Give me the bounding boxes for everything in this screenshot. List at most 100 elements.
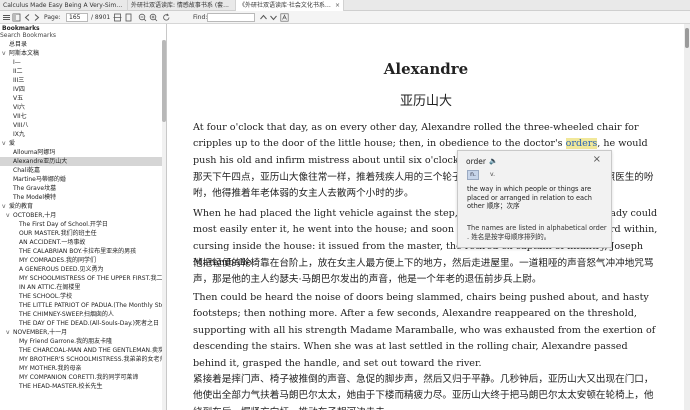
highlighted-word[interactable]: orders [565, 138, 598, 150]
bookmark-item[interactable]: Chali乾嘉 [0, 166, 162, 175]
bookmark-item[interactable]: THE CHIMNEY-SWEEP.扫烟囱的人 [0, 310, 162, 319]
bookmark-label: 阿斯本文稿 [9, 50, 40, 57]
bookmark-item[interactable]: 总目录 [0, 40, 162, 49]
bookmark-label: THE HEAD-MASTER.校长先生 [19, 383, 103, 390]
bookmark-item[interactable]: v NOVEMBER,十一月 [0, 328, 162, 337]
bookmark-item[interactable]: II二 [0, 67, 162, 76]
bookmark-item[interactable]: IX九 [0, 130, 162, 139]
bookmark-item[interactable]: The First Day of School.开学日 [0, 220, 162, 229]
paragraph-zh-3: 紧接着是摔门声、椅子被推倒的声音、急促的脚步声，然后又归于平静。几秒钟后，亚历山… [193, 374, 654, 410]
tab-social-culture[interactable]: 《外研社双语读库·社会文化书系》 (... × [236, 0, 344, 11]
bookmark-label: MY COMPANION CORETTI.我的同学可莱谛 [19, 374, 139, 381]
prev-page-icon[interactable] [23, 13, 32, 22]
sidebar-scrollbar[interactable] [162, 40, 166, 410]
zoom-in-icon[interactable] [149, 13, 158, 22]
bookmark-item[interactable]: My Friend Garrone.我的朋友卡隆 [0, 337, 162, 346]
bookmarks-toggle-icon[interactable] [12, 13, 21, 22]
close-icon[interactable]: × [593, 154, 601, 165]
bookmark-label: 总目录 [9, 41, 28, 48]
bookmark-item[interactable]: THE CHARCOAL-MAN AND THE GENTLEMAN.卖炭人 [0, 346, 162, 355]
fit-width-icon[interactable] [113, 13, 122, 22]
find-prev-icon[interactable] [259, 13, 268, 22]
bookmark-item[interactable]: THE HEAD-MASTER.校长先生 [0, 382, 162, 391]
bookmark-item[interactable]: IV四 [0, 85, 162, 94]
bookmark-item[interactable]: MY COMRADES.我的同学们 [0, 256, 162, 265]
bookmark-label: THE CHIMNEY-SWEEP.扫烟囱的人 [19, 311, 114, 318]
match-case-icon[interactable] [280, 13, 289, 22]
bookmark-item[interactable]: MY COMPANION CORETTI.我的同学可莱谛 [0, 373, 162, 382]
bookmark-item[interactable]: THE DAY OF THE DEAD.(All-Souls-Day.)死者之日… [0, 319, 162, 328]
bookmark-label: III三 [13, 77, 25, 84]
bookmark-item[interactable]: Martine马蒂娜的婚 [0, 175, 162, 184]
bookmark-item[interactable]: v爱 [0, 139, 162, 148]
speaker-icon[interactable]: 🔈 [489, 157, 498, 165]
bookmark-item[interactable]: III三 [0, 76, 162, 85]
bookmark-item[interactable]: OUR MASTER.我们的班主任 [0, 229, 162, 238]
bookmark-label: The Grave坟墓 [13, 185, 57, 192]
paragraph-en-3: Then could be heard the noise of doors b… [193, 292, 656, 369]
bookmark-label: THE LITTLE PATRIOT OF PADUA.(The Monthly… [19, 302, 162, 309]
bookmark-item[interactable]: The Grave坟墓 [0, 184, 162, 193]
document-scrollbar[interactable] [684, 24, 690, 410]
find-label: Find: [193, 14, 208, 21]
bookmark-item[interactable]: THE LITTLE PATRIOT OF PADUA.(The Monthly… [0, 301, 162, 310]
find-next-icon[interactable] [269, 13, 278, 22]
tab-calculus[interactable]: Calculus Made Easy Being A Very-Simp... [0, 0, 128, 11]
bookmark-item[interactable]: V五 [0, 94, 162, 103]
document-scrollbar-thumb[interactable] [685, 28, 689, 48]
bookmark-item[interactable]: I— [0, 58, 162, 67]
bookmark-item[interactable]: Alexandre亚历山大 [0, 157, 162, 166]
bookmark-label: 爱的教育 [9, 203, 34, 210]
close-icon[interactable]: × [335, 0, 340, 11]
tab-bar: Calculus Made Easy Being A Very-Simp... … [0, 0, 690, 11]
bookmark-item[interactable]: VI六 [0, 103, 162, 112]
chapter-subtitle: 亚历山大 [399, 94, 452, 109]
bookmark-label: V五 [13, 95, 24, 102]
bookmark-item[interactable]: MY SCHOOLMISTRESS OF THE UPPER FIRST.我二年… [0, 274, 162, 283]
expand-chevron-icon[interactable]: v [6, 211, 13, 220]
bookmark-label: Chali乾嘉 [13, 167, 41, 174]
bookmark-item[interactable]: Allouma阿娜玛 [0, 148, 162, 157]
bookmark-label: THE DAY OF THE DEAD.(All-Souls-Day.)死者之日… [19, 320, 162, 327]
tab-emotional-stories[interactable]: 外研社双语读库: 情感故事书系 (套... [128, 0, 236, 11]
bookmark-item[interactable]: v 阿斯本文稿 [0, 49, 162, 58]
page-number-input[interactable]: 165 [66, 13, 88, 22]
fit-page-icon[interactable] [124, 13, 133, 22]
bookmark-label: 爱 [9, 140, 16, 147]
pos-tab-noun[interactable]: n. [467, 170, 479, 180]
bookmark-item[interactable]: THE SCHOOL.学校 [0, 292, 162, 301]
bookmark-label: MY BROTHER'S SCHOOLMISTRESS.我弟弟的女老师 [19, 356, 162, 363]
bookmark-item[interactable]: MY BROTHER'S SCHOOLMISTRESS.我弟弟的女老师 [0, 355, 162, 364]
dictionary-word: order [466, 157, 486, 166]
bookmark-item[interactable]: v OCTOBER,十月 [0, 211, 162, 220]
rotate-icon[interactable] [162, 13, 171, 22]
dictionary-example: The names are listed in alphabetical ord… [467, 224, 607, 241]
sidebar-scrollbar-thumb[interactable] [162, 40, 166, 122]
bookmark-item[interactable]: MY MOTHER.我的母亲 [0, 364, 162, 373]
bookmark-item[interactable]: IN AN ATTIC.在阁楼里 [0, 283, 162, 292]
bookmarks-search-input[interactable]: Search Bookmarks [0, 32, 56, 39]
find-input[interactable] [207, 13, 255, 22]
bookmark-item[interactable]: VIII八 [0, 121, 162, 130]
bookmark-label: II二 [13, 68, 23, 75]
bookmark-item[interactable]: VII七 [0, 112, 162, 121]
bookmark-label: MY SCHOOLMISTRESS OF THE UPPER FIRST.我二年… [19, 275, 162, 282]
bookmark-item[interactable]: A GENEROUS DEED.见义勇为 [0, 265, 162, 274]
expand-chevron-icon[interactable]: v [6, 328, 13, 337]
menu-icon[interactable] [2, 13, 11, 22]
expand-chevron-icon[interactable]: v [2, 202, 9, 211]
bookmark-item[interactable]: AN ACCIDENT.一场事故 [0, 238, 162, 247]
bookmark-list: 总目录 v 阿斯本文稿 I— II二 III三 IV四 V五 VI六 VII七 VIII八 IX九 v 爱… [0, 40, 162, 410]
bookmark-item[interactable]: THE CALABRIAN BOY.卡拉布里亚来的男孩 [0, 247, 162, 256]
bookmark-label: THE CALABRIAN BOY.卡拉布里亚来的男孩 [19, 248, 137, 255]
bookmark-label: THE CHARCOAL-MAN AND THE GENTLEMAN.卖炭人 [19, 347, 162, 354]
expand-chevron-icon[interactable]: v [2, 139, 9, 148]
zoom-out-icon[interactable] [138, 13, 147, 22]
bookmark-item[interactable]: The Model模特 [0, 193, 162, 202]
expand-chevron-icon[interactable]: v [2, 49, 9, 58]
bookmark-label: Martine马蒂娜的婚 [13, 176, 66, 183]
pos-tab-verb[interactable]: v. [490, 171, 495, 178]
sidebar-title: Bookmarks [2, 25, 40, 32]
next-page-icon[interactable] [32, 13, 41, 22]
bookmark-item[interactable]: v 爱的教育 [0, 202, 162, 211]
